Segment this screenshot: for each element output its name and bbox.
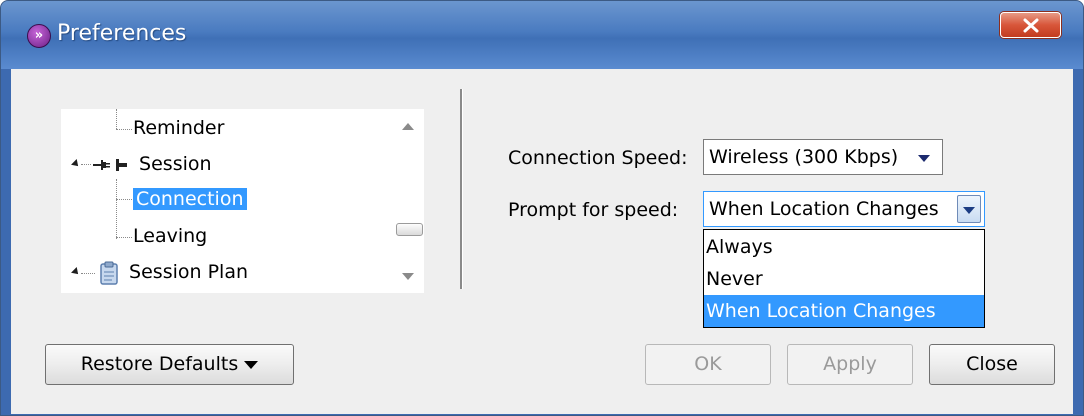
chevron-down-icon — [918, 155, 930, 162]
apply-button[interactable]: Apply — [787, 344, 913, 385]
tree-item-label: Connection — [133, 188, 247, 210]
window-title: Preferences — [57, 21, 187, 46]
scroll-up-arrow-icon[interactable] — [402, 123, 414, 130]
scrollbar-thumb[interactable] — [396, 223, 423, 236]
restore-defaults-button[interactable]: Restore Defaults — [45, 344, 294, 385]
restore-defaults-label: Restore Defaults — [80, 353, 239, 375]
tree-connector — [81, 273, 95, 274]
panel-divider — [460, 89, 463, 289]
scroll-down-arrow-icon[interactable] — [402, 273, 414, 280]
clipboard-icon — [100, 261, 118, 285]
connection-speed-value: Wireless (300 Kbps) — [709, 146, 899, 168]
tree-item-session[interactable]: Session — [91, 151, 212, 177]
app-logo-icon: » — [27, 24, 51, 48]
ok-button[interactable]: OK — [645, 344, 771, 385]
close-icon — [1023, 18, 1039, 33]
tree-connector — [116, 237, 132, 238]
tree-connector — [116, 199, 134, 200]
tree-item-session-plan[interactable]: Session Plan — [99, 259, 248, 285]
prompt-for-speed-select[interactable]: When Location Changes — [703, 191, 985, 227]
title-bar[interactable]: » Preferences — [1, 1, 1083, 69]
tree-connector — [116, 109, 117, 129]
connection-speed-select[interactable]: Wireless (300 Kbps) — [703, 139, 943, 175]
tree-scrollbar[interactable] — [394, 109, 424, 293]
tree-connector — [116, 179, 117, 239]
tree-item-label: Session — [139, 153, 212, 175]
tree-item-label: Reminder — [133, 117, 225, 139]
option-when-location-changes[interactable]: When Location Changes — [704, 295, 984, 327]
close-button[interactable]: Close — [929, 344, 1055, 385]
tree-connector — [81, 164, 91, 165]
prompt-for-speed-value: When Location Changes — [709, 198, 939, 220]
plug-icon — [93, 158, 127, 171]
expand-arrow-icon[interactable] — [71, 159, 81, 169]
tree-item-label: Leaving — [133, 225, 208, 247]
prompt-for-speed-label: Prompt for speed: — [508, 199, 679, 221]
option-always[interactable]: Always — [704, 231, 984, 263]
dropdown-button[interactable] — [957, 195, 981, 223]
tree-connector — [116, 129, 132, 130]
preferences-dialog: » Preferences Reminder Session Connectio… — [0, 0, 1084, 416]
window-close-button[interactable] — [1000, 12, 1061, 38]
option-never[interactable]: Never — [704, 263, 984, 295]
dropdown-arrow-icon — [244, 360, 259, 369]
tree-item-connection[interactable]: Connection — [133, 186, 247, 212]
tree-item-reminder[interactable]: Reminder — [133, 115, 224, 141]
expand-arrow-icon[interactable] — [71, 267, 81, 277]
dialog-client-area: Reminder Session Connection Leaving Sess… — [11, 69, 1073, 414]
chevron-down-icon — [963, 207, 975, 214]
preferences-tree[interactable]: Reminder Session Connection Leaving Sess… — [61, 109, 424, 293]
prompt-options-list[interactable]: Always Never When Location Changes — [703, 229, 985, 328]
tree-item-label: Session Plan — [129, 261, 249, 283]
connection-speed-label: Connection Speed: — [508, 147, 688, 169]
tree-item-leaving[interactable]: Leaving — [133, 223, 207, 249]
